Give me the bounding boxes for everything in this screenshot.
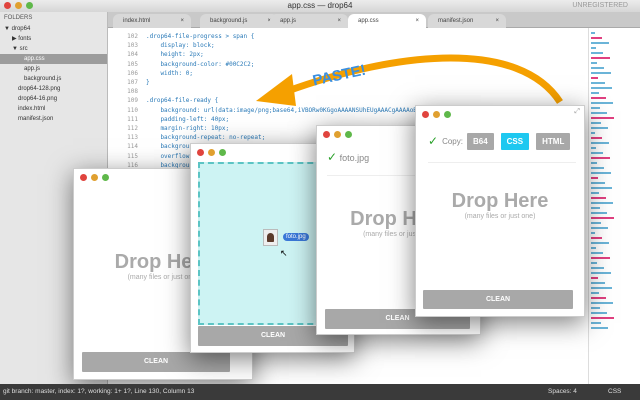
fullscreen-icon[interactable]: ⤢ [574, 108, 580, 116]
check-icon: ✓ [327, 150, 338, 164]
css-button[interactable]: CSS [500, 133, 530, 150]
copy-label: Copy: [442, 137, 463, 146]
drop64-window-copy: ⤢ ✓ Copy: B64 CSS HTML Drop Here (many fi… [415, 105, 585, 317]
file-name: foto.jpg [339, 153, 370, 163]
clean-button[interactable]: CLEAN [423, 290, 573, 309]
photo-thumbnail-icon [263, 229, 278, 246]
copy-row: ✓ Copy: B64 CSS HTML [428, 133, 576, 163]
b64-button[interactable]: B64 [466, 133, 494, 150]
drop-here-text: Drop Here (many files or just one) [451, 190, 549, 220]
check-icon: ✓ [428, 134, 439, 148]
spaces-setting[interactable]: Spaces: 4 [548, 384, 577, 400]
drag-file-label: foto.jpg [283, 233, 309, 241]
status-bar: git branch: master, index: 1?, working: … [0, 384, 640, 400]
paste-label: PASTE! [311, 62, 367, 90]
git-status: git branch: master, index: 1?, working: … [3, 388, 195, 395]
clean-button[interactable]: CLEAN [82, 352, 230, 372]
cursor-icon: ↖ [280, 248, 288, 258]
html-button[interactable]: HTML [536, 133, 571, 150]
syntax-setting[interactable]: CSS [608, 384, 621, 400]
